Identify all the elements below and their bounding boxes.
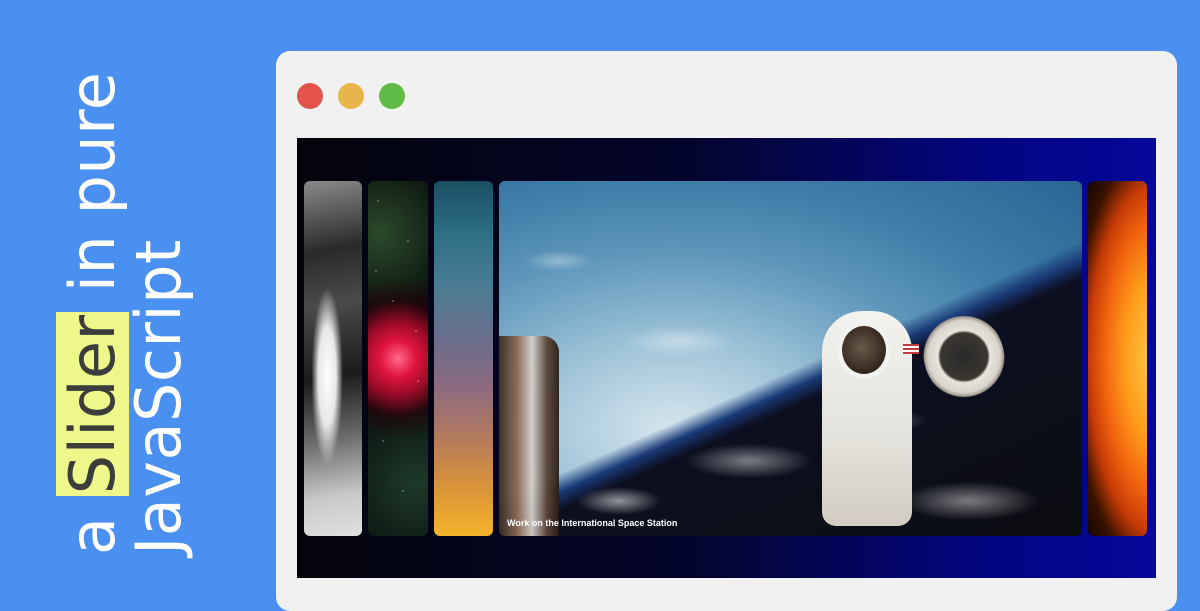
banner-title: a Slider in pure JavaScript: [56, 35, 220, 555]
banner-title-line-1: a Slider in pure: [56, 35, 129, 555]
slide-spacecraft-interior[interactable]: [304, 181, 362, 536]
title-prefix: a: [56, 516, 129, 556]
astronaut-helmet: [837, 321, 891, 379]
slide-rosette-nebula[interactable]: [368, 181, 428, 536]
slider-stage: Work on the International Space Station: [297, 138, 1156, 578]
station-module: [499, 336, 559, 536]
title-suffix: in pure: [56, 71, 129, 293]
slide-astronaut-active[interactable]: Work on the International Space Station: [499, 181, 1082, 536]
starfield: [368, 181, 428, 536]
close-window-dot[interactable]: [297, 83, 323, 109]
slide-caption: Work on the International Space Station: [507, 518, 678, 528]
title-highlight: Slider: [56, 312, 129, 497]
flag-patch: [903, 344, 919, 354]
maximize-window-dot[interactable]: [379, 83, 405, 109]
minimize-window-dot[interactable]: [338, 83, 364, 109]
browser-window: Work on the International Space Station: [276, 51, 1177, 611]
slide-milky-way[interactable]: [434, 181, 493, 536]
slide-sun[interactable]: [1088, 181, 1147, 536]
banner-title-line-2: JavaScript: [122, 239, 195, 555]
